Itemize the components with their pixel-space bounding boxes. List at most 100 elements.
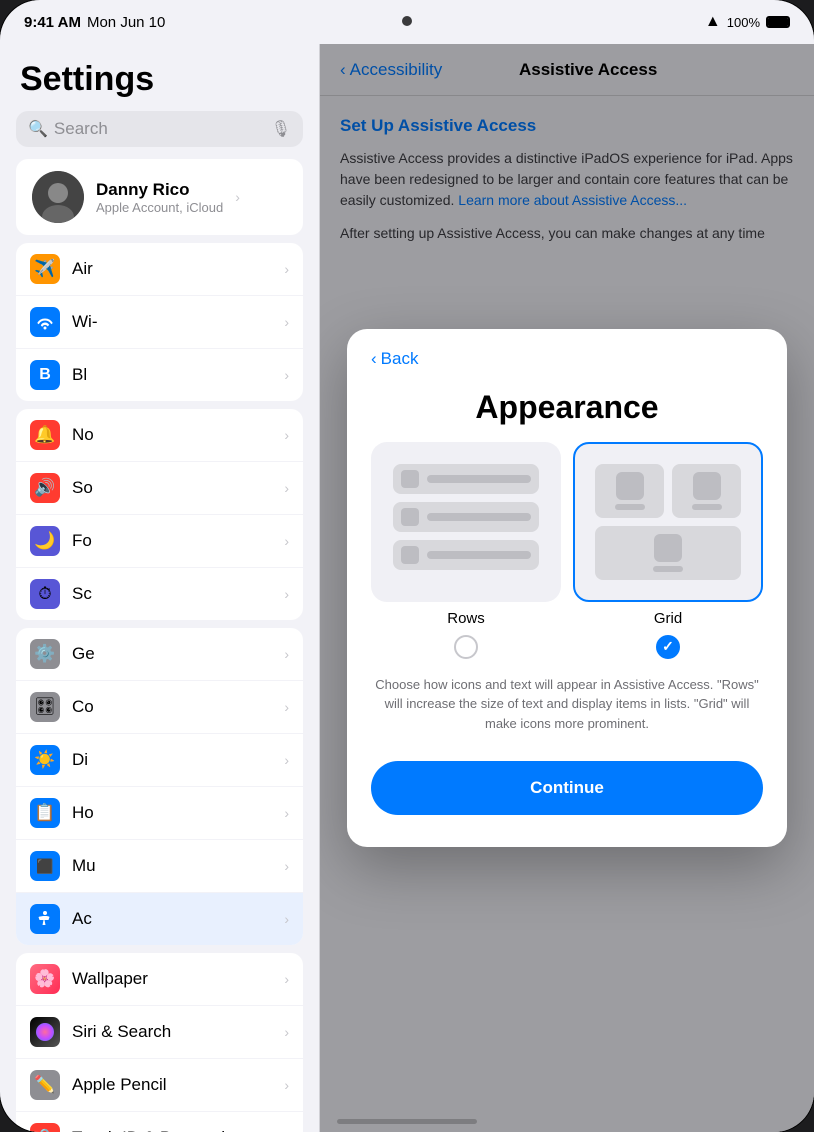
grid-preview-content <box>587 456 749 588</box>
sidebar: Settings 🔍 Search 🎙 Danny Rico Apple <box>0 44 320 1132</box>
appearance-option-rows[interactable]: Rows <box>371 442 561 659</box>
settings-item-accessibility[interactable]: Ac › <box>16 893 303 945</box>
settings-item-multitasking[interactable]: ⬛ Mu › <box>16 840 303 893</box>
modal-title: Appearance <box>347 389 787 426</box>
settings-item-notifications[interactable]: 🔔 No › <box>16 409 303 462</box>
settings-label-airplane: Air <box>72 259 272 279</box>
user-chevron: › <box>235 189 240 205</box>
screentime-icon: ⏱ <box>30 579 60 609</box>
settings-label-wifi: Wi- <box>72 312 272 332</box>
wifi-icon: ▲ <box>705 13 721 31</box>
notifications-icon: 🔔 <box>30 420 60 450</box>
user-profile[interactable]: Danny Rico Apple Account, iCloud › <box>16 159 303 235</box>
settings-label-display: Di <box>72 750 272 770</box>
chevron-icon: › <box>284 261 289 277</box>
continue-button[interactable]: Continue <box>371 761 763 815</box>
settings-label-general: Ge <box>72 644 272 664</box>
settings-item-screentime[interactable]: ⏱ Sc › <box>16 568 303 620</box>
row-icon-placeholder <box>401 470 419 488</box>
chevron-icon: › <box>284 1077 289 1093</box>
settings-item-wallpaper[interactable]: 🌸 Wallpaper › <box>16 953 303 1006</box>
row-text-placeholder <box>427 475 531 483</box>
row-item-3 <box>393 540 539 570</box>
settings-label-sounds: So <box>72 478 272 498</box>
user-name: Danny Rico <box>96 180 223 200</box>
settings-label-notifications: No <box>72 425 272 445</box>
grid-text-placeholder <box>615 504 645 510</box>
settings-item-siri[interactable]: Siri & Search › <box>16 1006 303 1059</box>
modal: ‹ Back Appearance <box>347 329 787 848</box>
settings-label-screentime: Sc <box>72 584 272 604</box>
settings-item-bluetooth[interactable]: B Bl › <box>16 349 303 401</box>
grid-icon-placeholder <box>654 534 682 562</box>
chevron-icon: › <box>284 586 289 602</box>
modal-overlay: ‹ Back Appearance <box>320 44 814 1132</box>
appearance-option-grid[interactable]: Grid ✓ <box>573 442 763 659</box>
status-time: 9:41 AM <box>24 14 81 31</box>
grid-text-placeholder <box>653 566 683 572</box>
rows-label: Rows <box>447 610 485 627</box>
accessibility-icon <box>30 904 60 934</box>
row-item-1 <box>393 464 539 494</box>
status-date: Mon Jun 10 <box>87 14 165 31</box>
grid-preview <box>573 442 763 602</box>
camera-dot <box>402 16 412 26</box>
settings-group-more: 🌸 Wallpaper › Siri & Search › ✏️ Apple P… <box>16 953 303 1132</box>
settings-item-touchid[interactable]: 🔒 Touch ID & Passcode › <box>16 1112 303 1132</box>
user-subtitle: Apple Account, iCloud <box>96 200 223 215</box>
wallpaper-icon: 🌸 <box>30 964 60 994</box>
chevron-icon: › <box>284 427 289 443</box>
appearance-options: Rows <box>347 442 787 659</box>
settings-item-pencil[interactable]: ✏️ Apple Pencil › <box>16 1059 303 1112</box>
main-layout: Settings 🔍 Search 🎙 Danny Rico Apple <box>0 44 814 1132</box>
settings-item-focus[interactable]: 🌙 Fo › <box>16 515 303 568</box>
row-text-placeholder <box>427 551 531 559</box>
row-text-placeholder <box>427 513 531 521</box>
pencil-icon: ✏️ <box>30 1070 60 1100</box>
sounds-icon: 🔊 <box>30 473 60 503</box>
mic-icon: 🎙 <box>271 119 291 139</box>
chevron-icon: › <box>284 1024 289 1040</box>
grid-item-2 <box>672 464 741 518</box>
search-input[interactable]: Search <box>54 119 265 139</box>
settings-item-airplane[interactable]: ✈️ Air › <box>16 243 303 296</box>
settings-item-wifi[interactable]: Wi- › <box>16 296 303 349</box>
settings-item-sounds[interactable]: 🔊 So › <box>16 462 303 515</box>
chevron-icon: › <box>284 367 289 383</box>
settings-label-touchid: Touch ID & Passcode <box>72 1128 272 1132</box>
chevron-icon: › <box>284 699 289 715</box>
row-item-2 <box>393 502 539 532</box>
appearance-description: Choose how icons and text will appear in… <box>347 675 787 734</box>
controlcenter-icon: 🎛 <box>30 692 60 722</box>
multitasking-icon: ⬛ <box>30 851 60 881</box>
focus-icon: 🌙 <box>30 526 60 556</box>
settings-label-bluetooth: Bl <box>72 365 272 385</box>
grid-label: Grid <box>654 610 682 627</box>
settings-label-accessibility: Ac <box>72 909 272 929</box>
settings-item-homescreen[interactable]: 📋 Ho › <box>16 787 303 840</box>
chevron-icon: › <box>284 533 289 549</box>
settings-item-general[interactable]: ⚙️ Ge › <box>16 628 303 681</box>
search-bar[interactable]: 🔍 Search 🎙 <box>16 111 303 147</box>
chevron-icon: › <box>284 911 289 927</box>
rows-preview-content <box>385 456 547 578</box>
settings-item-controlcenter[interactable]: 🎛 Co › <box>16 681 303 734</box>
chevron-icon: › <box>284 480 289 496</box>
siri-icon <box>30 1017 60 1047</box>
grid-radio[interactable]: ✓ <box>656 635 680 659</box>
settings-label-wallpaper: Wallpaper <box>72 969 272 989</box>
settings-label-multitasking: Mu <box>72 856 272 876</box>
chevron-icon: › <box>284 314 289 330</box>
grid-icon-placeholder <box>616 472 644 500</box>
rows-radio[interactable] <box>454 635 478 659</box>
grid-item-3 <box>595 526 741 580</box>
battery-icon <box>766 16 790 28</box>
wifi-settings-icon <box>30 307 60 337</box>
chevron-icon: › <box>284 971 289 987</box>
modal-back-button[interactable]: ‹ Back <box>371 349 763 369</box>
bluetooth-icon: B <box>30 360 60 390</box>
settings-item-display[interactable]: ☀️ Di › <box>16 734 303 787</box>
right-panel: ‹ Accessibility Assistive Access Set Up … <box>320 44 814 1132</box>
row-icon-placeholder <box>401 546 419 564</box>
settings-group-network: ✈️ Air › Wi- › B <box>16 243 303 401</box>
